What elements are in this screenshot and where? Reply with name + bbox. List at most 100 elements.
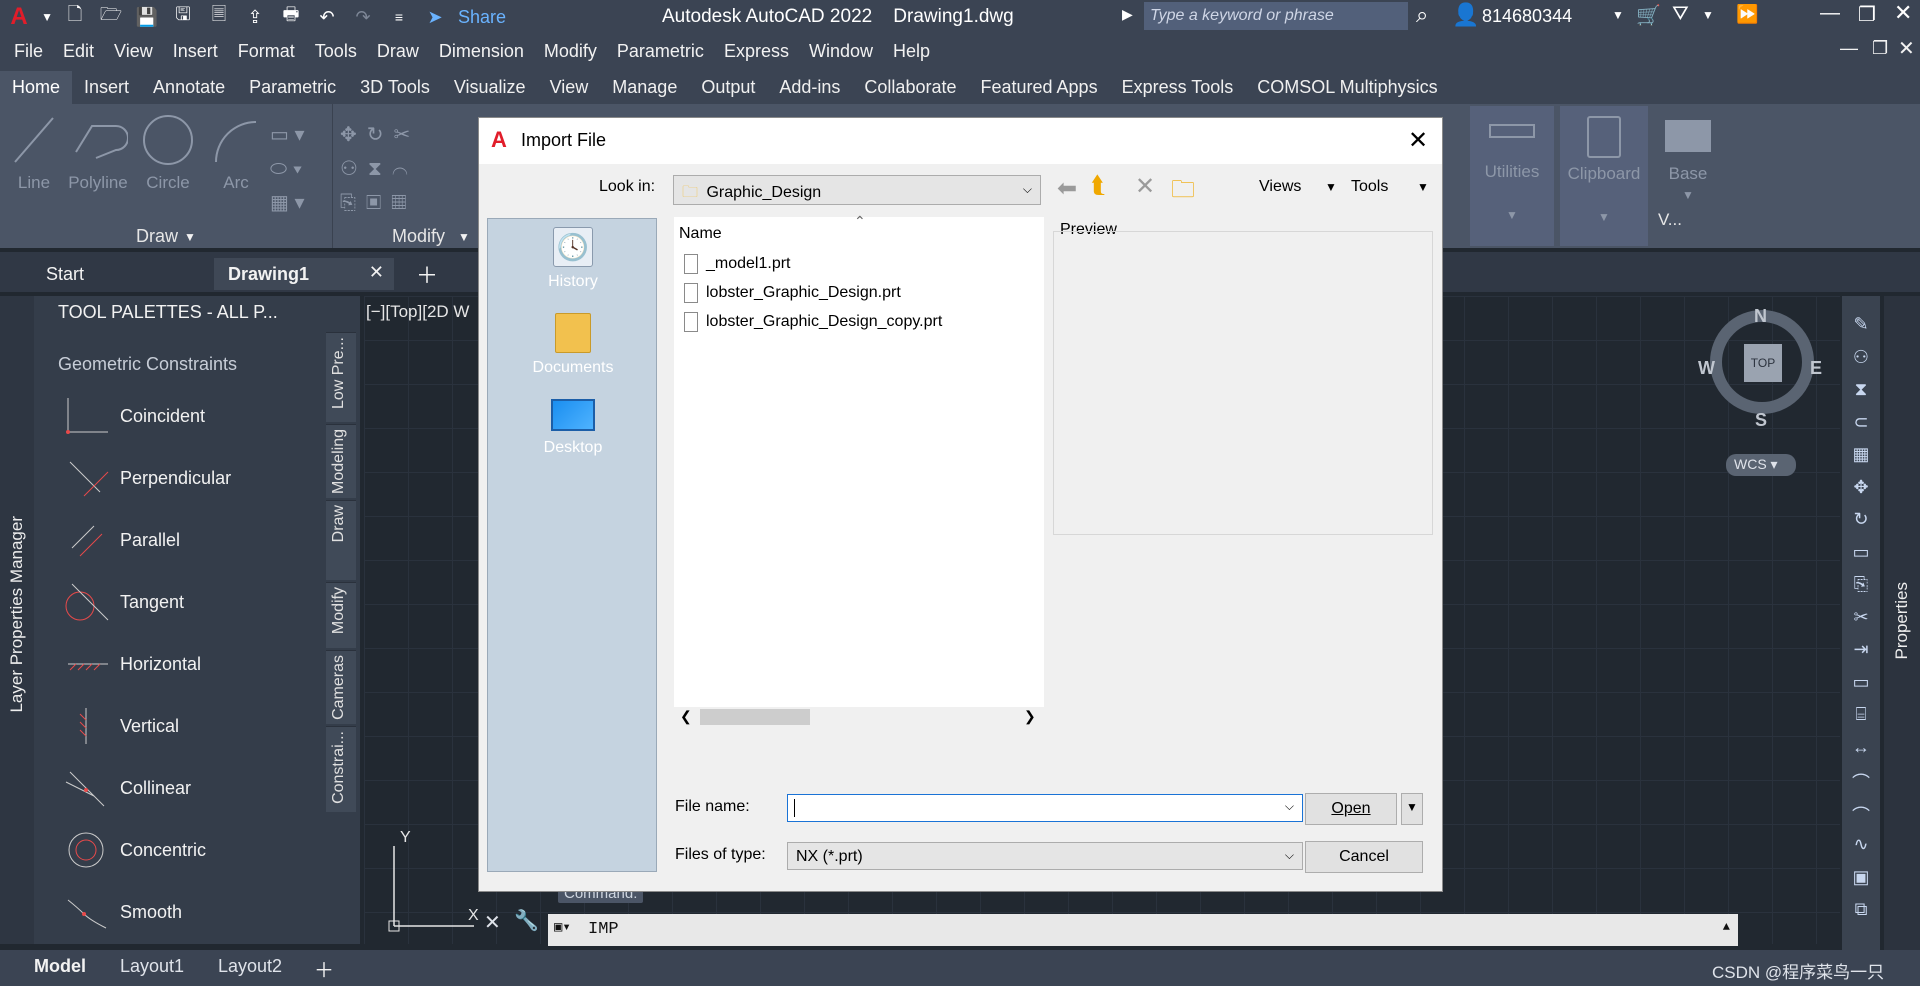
ribbon-tab-collaborate[interactable]: Collaborate: [852, 71, 968, 104]
views-menu[interactable]: Views: [1259, 178, 1301, 196]
menu-item-file[interactable]: File: [14, 41, 43, 62]
place-documents[interactable]: Documents: [488, 313, 658, 377]
ribbon-tab-output[interactable]: Output: [689, 71, 767, 104]
chamfer-icon[interactable]: ↔: [1848, 737, 1874, 761]
trim-icon[interactable]: ✂: [1848, 607, 1874, 631]
plot-icon[interactable]: 🖶: [278, 4, 304, 29]
ribbon-tab-add-ins[interactable]: Add-ins: [767, 71, 852, 104]
menu-item-parametric[interactable]: Parametric: [617, 41, 704, 62]
customize-command-icon[interactable]: 🔧: [514, 908, 539, 933]
customize-toolbar-icon[interactable]: ≡: [386, 5, 412, 29]
close-tab-icon[interactable]: ✕: [369, 262, 384, 283]
ribbon-tab-express-tools[interactable]: Express Tools: [1110, 71, 1246, 104]
ribbon-tab-insert[interactable]: Insert: [72, 71, 141, 104]
mirror-icon[interactable]: ⧗: [1848, 379, 1874, 403]
palette-item-coincident[interactable]: Coincident: [64, 394, 314, 438]
menu-item-help[interactable]: Help: [893, 41, 930, 62]
stretch-icon[interactable]: ⎘: [1848, 574, 1874, 598]
restore-window-icon[interactable]: ❐: [1858, 2, 1876, 27]
palette-item-collinear[interactable]: Collinear: [64, 766, 314, 810]
up-folder-icon[interactable]: ⮬: [1091, 172, 1105, 200]
menu-item-dimension[interactable]: Dimension: [439, 41, 524, 62]
array-icon[interactable]: ▦: [1848, 444, 1874, 468]
menu-item-window[interactable]: Window: [809, 41, 873, 62]
blend-icon[interactable]: ⌒: [1848, 802, 1874, 826]
undo-icon[interactable]: ↶: [314, 5, 340, 29]
redo-icon[interactable]: ↷: [350, 5, 376, 29]
doc-close-icon[interactable]: ✕: [1898, 36, 1915, 61]
open-from-web-icon[interactable]: 🗏: [206, 4, 232, 29]
ribbon-tab-visualize[interactable]: Visualize: [442, 71, 538, 104]
viewcube-top-face[interactable]: TOP: [1744, 344, 1782, 382]
utilities-panel[interactable]: Utilities ▼: [1470, 106, 1554, 246]
layout2-tab[interactable]: Layout2: [218, 956, 282, 977]
menu-item-format[interactable]: Format: [238, 41, 295, 62]
arc-tool[interactable]: Arc: [208, 112, 264, 193]
expand-icon[interactable]: ⏩: [1736, 4, 1758, 25]
palette-item-perpendicular[interactable]: Perpendicular: [64, 456, 314, 500]
command-history-icon[interactable]: ▲: [1723, 920, 1730, 934]
palette-tab-0[interactable]: Low Pre...: [326, 332, 356, 422]
palette-item-tangent[interactable]: Tangent: [64, 580, 314, 624]
search-expand-icon[interactable]: ▶: [1122, 6, 1133, 23]
palette-item-concentric[interactable]: Concentric: [64, 828, 314, 872]
file-row[interactable]: lobster_Graphic_Design.prt: [684, 280, 901, 306]
ribbon-tab-manage[interactable]: Manage: [600, 71, 689, 104]
hatch-icon[interactable]: ▦ ▾: [270, 186, 326, 220]
command-line[interactable]: ▣▾ IMP ▲: [548, 914, 1738, 946]
scale-icon[interactable]: ▭: [1848, 542, 1874, 566]
scroll-left-icon[interactable]: ❮: [680, 708, 692, 725]
spline-icon[interactable]: ∿: [1848, 834, 1874, 858]
ribbon-tab-featured-apps[interactable]: Featured Apps: [968, 71, 1109, 104]
place-desktop[interactable]: Desktop: [488, 399, 658, 457]
help-hub-icon[interactable]: ⛛: [1672, 3, 1689, 26]
wcs-button[interactable]: WCS ▾: [1726, 454, 1796, 476]
drawing1-tab[interactable]: Drawing1 ✕: [214, 258, 394, 290]
views-chevron-icon[interactable]: ▼: [1325, 180, 1337, 194]
menu-item-tools[interactable]: Tools: [315, 41, 357, 62]
doc-minimize-icon[interactable]: —: [1840, 38, 1858, 59]
user-icon[interactable]: 👤: [1452, 2, 1479, 28]
add-layout-icon[interactable]: ＋: [314, 954, 334, 983]
file-row[interactable]: _model1.prt: [684, 251, 791, 277]
menu-item-modify[interactable]: Modify: [544, 41, 597, 62]
join-icon[interactable]: ⌸: [1848, 704, 1874, 728]
draw-panel-label[interactable]: Draw: [136, 226, 178, 247]
modify-panel-chevron-icon[interactable]: ▼: [458, 230, 470, 244]
share-button[interactable]: Share: [458, 7, 506, 28]
menu-item-express[interactable]: Express: [724, 41, 789, 62]
dialog-close-icon[interactable]: ✕: [1408, 126, 1428, 155]
menu-item-view[interactable]: View: [114, 41, 153, 62]
rotate-icon[interactable]: ↻: [1848, 509, 1874, 533]
name-column-header[interactable]: Name: [679, 225, 722, 243]
ribbon-tab-annotate[interactable]: Annotate: [141, 71, 237, 104]
offset-icon[interactable]: ⊂: [1848, 412, 1874, 436]
cancel-button[interactable]: Cancel: [1305, 841, 1423, 873]
share-icon[interactable]: ➤: [422, 5, 448, 29]
move-icon[interactable]: ✥: [1848, 477, 1874, 501]
chevron-down-icon[interactable]: ▼: [41, 5, 53, 29]
save-to-web-icon[interactable]: ⇪: [242, 5, 268, 29]
ribbon-tab-3d-tools[interactable]: 3D Tools: [348, 71, 442, 104]
palette-tab-5[interactable]: Constrai...: [326, 726, 356, 812]
save-as-icon[interactable]: 🖫: [170, 4, 196, 29]
ribbon-tab-parametric[interactable]: Parametric: [237, 71, 348, 104]
menu-item-draw[interactable]: Draw: [377, 41, 419, 62]
layout1-tab[interactable]: Layout1: [120, 956, 184, 977]
circle-tool[interactable]: Circle: [138, 112, 198, 193]
palette-tab-4[interactable]: Cameras: [326, 650, 356, 724]
search-icon[interactable]: ⌕: [1416, 2, 1428, 28]
menu-item-edit[interactable]: Edit: [63, 41, 94, 62]
tools-menu[interactable]: Tools: [1351, 178, 1388, 196]
user-name[interactable]: 814680344: [1482, 6, 1572, 27]
clipboard-panel[interactable]: Clipboard ▼: [1560, 106, 1648, 246]
explode-icon[interactable]: ▣: [1848, 867, 1874, 891]
properties-strip[interactable]: Properties: [1884, 296, 1920, 956]
help-chevron-icon[interactable]: ▼: [1702, 8, 1714, 22]
minimize-window-icon[interactable]: —: [1820, 2, 1840, 25]
place-history[interactable]: 🕓 History: [488, 227, 658, 291]
new-folder-icon[interactable]: 🗀: [1171, 172, 1195, 213]
look-in-select[interactable]: 🗀 Graphic_Design ⌵: [673, 175, 1041, 205]
layers-icon[interactable]: ⧉: [1848, 899, 1874, 923]
copy-icon[interactable]: ⚇: [1848, 347, 1874, 371]
